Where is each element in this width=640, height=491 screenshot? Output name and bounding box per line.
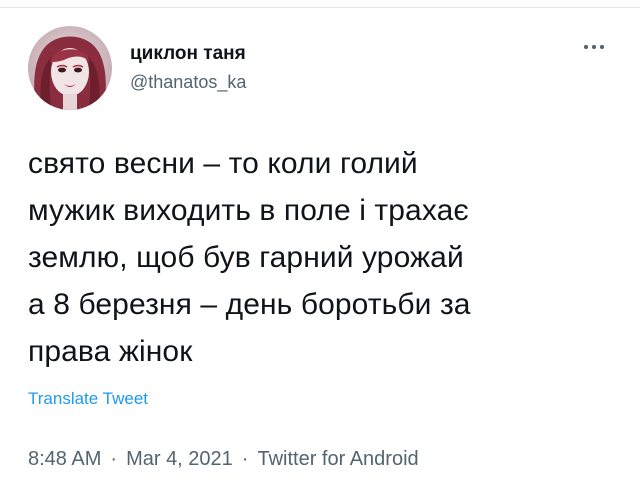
tweet-time[interactable]: 8:48 AM (28, 448, 101, 471)
avatar-image (34, 36, 106, 110)
tweet-meta: 8:48 AM · Mar 4, 2021 · Twitter for Andr… (28, 448, 419, 471)
display-name[interactable]: циклон таня (130, 43, 246, 65)
tweet-date[interactable]: Mar 4, 2021 (126, 448, 233, 471)
translate-tweet-link[interactable]: Translate Tweet (28, 389, 148, 409)
meta-separator: · (110, 448, 118, 470)
tweet-source[interactable]: Twitter for Android (257, 448, 418, 471)
avatar[interactable] (28, 26, 112, 110)
meta-separator: · (241, 448, 249, 470)
user-handle[interactable]: @thanatos_ka (130, 72, 246, 93)
more-options-button[interactable] (576, 36, 612, 58)
tweet-text: свято весни – то коли голий мужик виходи… (28, 147, 471, 368)
more-dots-icon (583, 44, 605, 50)
tweet-card: циклон таня @thanatos_ka свято весни – т… (0, 0, 640, 491)
